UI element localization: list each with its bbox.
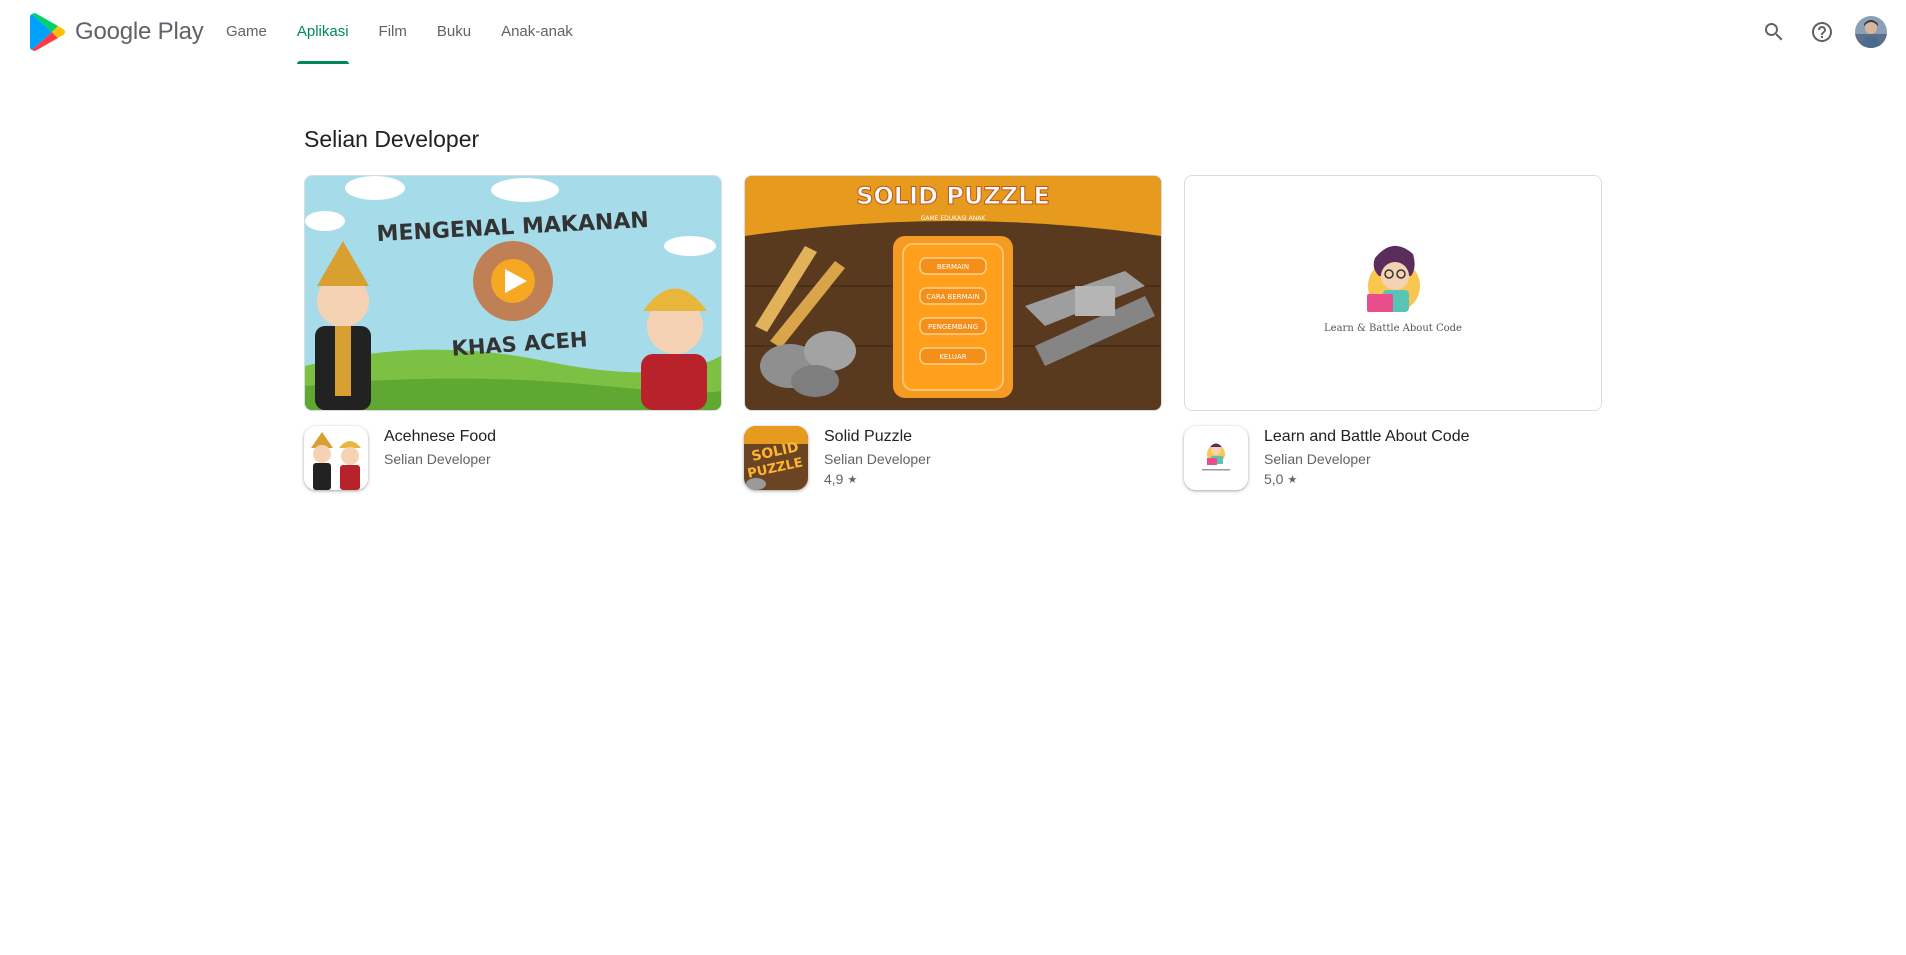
search-button[interactable] <box>1754 12 1794 52</box>
search-icon <box>1765 23 1783 41</box>
nav-tab-film[interactable]: Film <box>364 0 422 64</box>
acehnese-food-banner-image: MENGENAL MAKANAN KHAS ACEH <box>305 176 721 410</box>
app-developer[interactable]: Selian Developer <box>824 451 931 467</box>
banner-menu-item: PENGEMBANG <box>928 323 978 331</box>
nav-tab-aplikasi[interactable]: Aplikasi <box>282 0 364 64</box>
banner-title-text: SOLID PUZZLE <box>856 182 1050 210</box>
logo-text: Google Play <box>75 18 204 45</box>
main-nav: Game Aplikasi Film Buku Anak-anak <box>211 0 588 64</box>
play-logo-icon <box>30 13 65 51</box>
banner-subtitle-text: GAME EDUKASI ANAK <box>921 215 987 222</box>
help-icon <box>1812 22 1832 42</box>
star-icon: ★ <box>1287 473 1298 486</box>
nav-tab-buku[interactable]: Buku <box>422 0 486 64</box>
learn-battle-icon-image <box>1184 426 1248 490</box>
app-name[interactable]: Learn and Battle About Code <box>1264 428 1470 446</box>
top-app-bar: Google Play Game Aplikasi Film Buku Anak… <box>0 0 1906 64</box>
banner-caption-text: Learn & Battle About Code <box>1324 323 1462 334</box>
app-name[interactable]: Acehnese Food <box>384 428 496 446</box>
app-banner[interactable]: MENGENAL MAKANAN KHAS ACEH <box>304 175 722 411</box>
app-developer[interactable]: Selian Developer <box>384 451 491 467</box>
help-button[interactable] <box>1802 12 1842 52</box>
acehnese-food-icon-image <box>304 426 368 490</box>
banner-menu-item: CARA BERMAIN <box>926 293 980 301</box>
app-icon[interactable] <box>304 426 368 490</box>
app-name[interactable]: Solid Puzzle <box>824 428 912 446</box>
solid-puzzle-banner-image: SOLID PUZZLE GAME EDUKASI ANAK BERMAIN C… <box>745 176 1161 410</box>
app-banner[interactable]: Learn & Battle About Code <box>1184 175 1602 411</box>
app-banner[interactable]: SOLID PUZZLE GAME EDUKASI ANAK BERMAIN C… <box>744 175 1162 411</box>
nav-tab-game[interactable]: Game <box>211 0 282 64</box>
app-icon[interactable] <box>1184 426 1248 490</box>
app-rating: 4,9 ★ <box>824 471 857 487</box>
rating-value: 5,0 <box>1264 471 1284 487</box>
rating-value: 4,9 <box>824 471 844 487</box>
banner-menu-item: BERMAIN <box>937 263 969 271</box>
app-rating: 5,0 ★ <box>1264 471 1297 487</box>
app-card-learn-and-battle-about-code[interactable]: Learn & Battle About Code Learn and Batt… <box>1184 175 1602 493</box>
app-card-acehnese-food[interactable]: MENGENAL MAKANAN KHAS ACEH Acehnese Food… <box>304 175 722 493</box>
nav-tab-anak-anak[interactable]: Anak-anak <box>486 0 588 64</box>
account-avatar[interactable] <box>1855 16 1887 48</box>
solid-puzzle-icon-image: SOLID PUZZLE <box>744 426 808 490</box>
app-card-solid-puzzle[interactable]: SOLID PUZZLE GAME EDUKASI ANAK BERMAIN C… <box>744 175 1162 493</box>
avatar-image <box>1855 16 1887 48</box>
section-title: Selian Developer <box>304 126 480 152</box>
app-icon[interactable]: SOLID PUZZLE <box>744 426 808 490</box>
learn-battle-banner-image: Learn & Battle About Code <box>1185 176 1601 410</box>
star-icon: ★ <box>847 473 858 486</box>
banner-menu-item: KELUAR <box>939 353 966 361</box>
app-developer[interactable]: Selian Developer <box>1264 451 1371 467</box>
google-play-logo[interactable]: Google Play <box>30 12 204 52</box>
